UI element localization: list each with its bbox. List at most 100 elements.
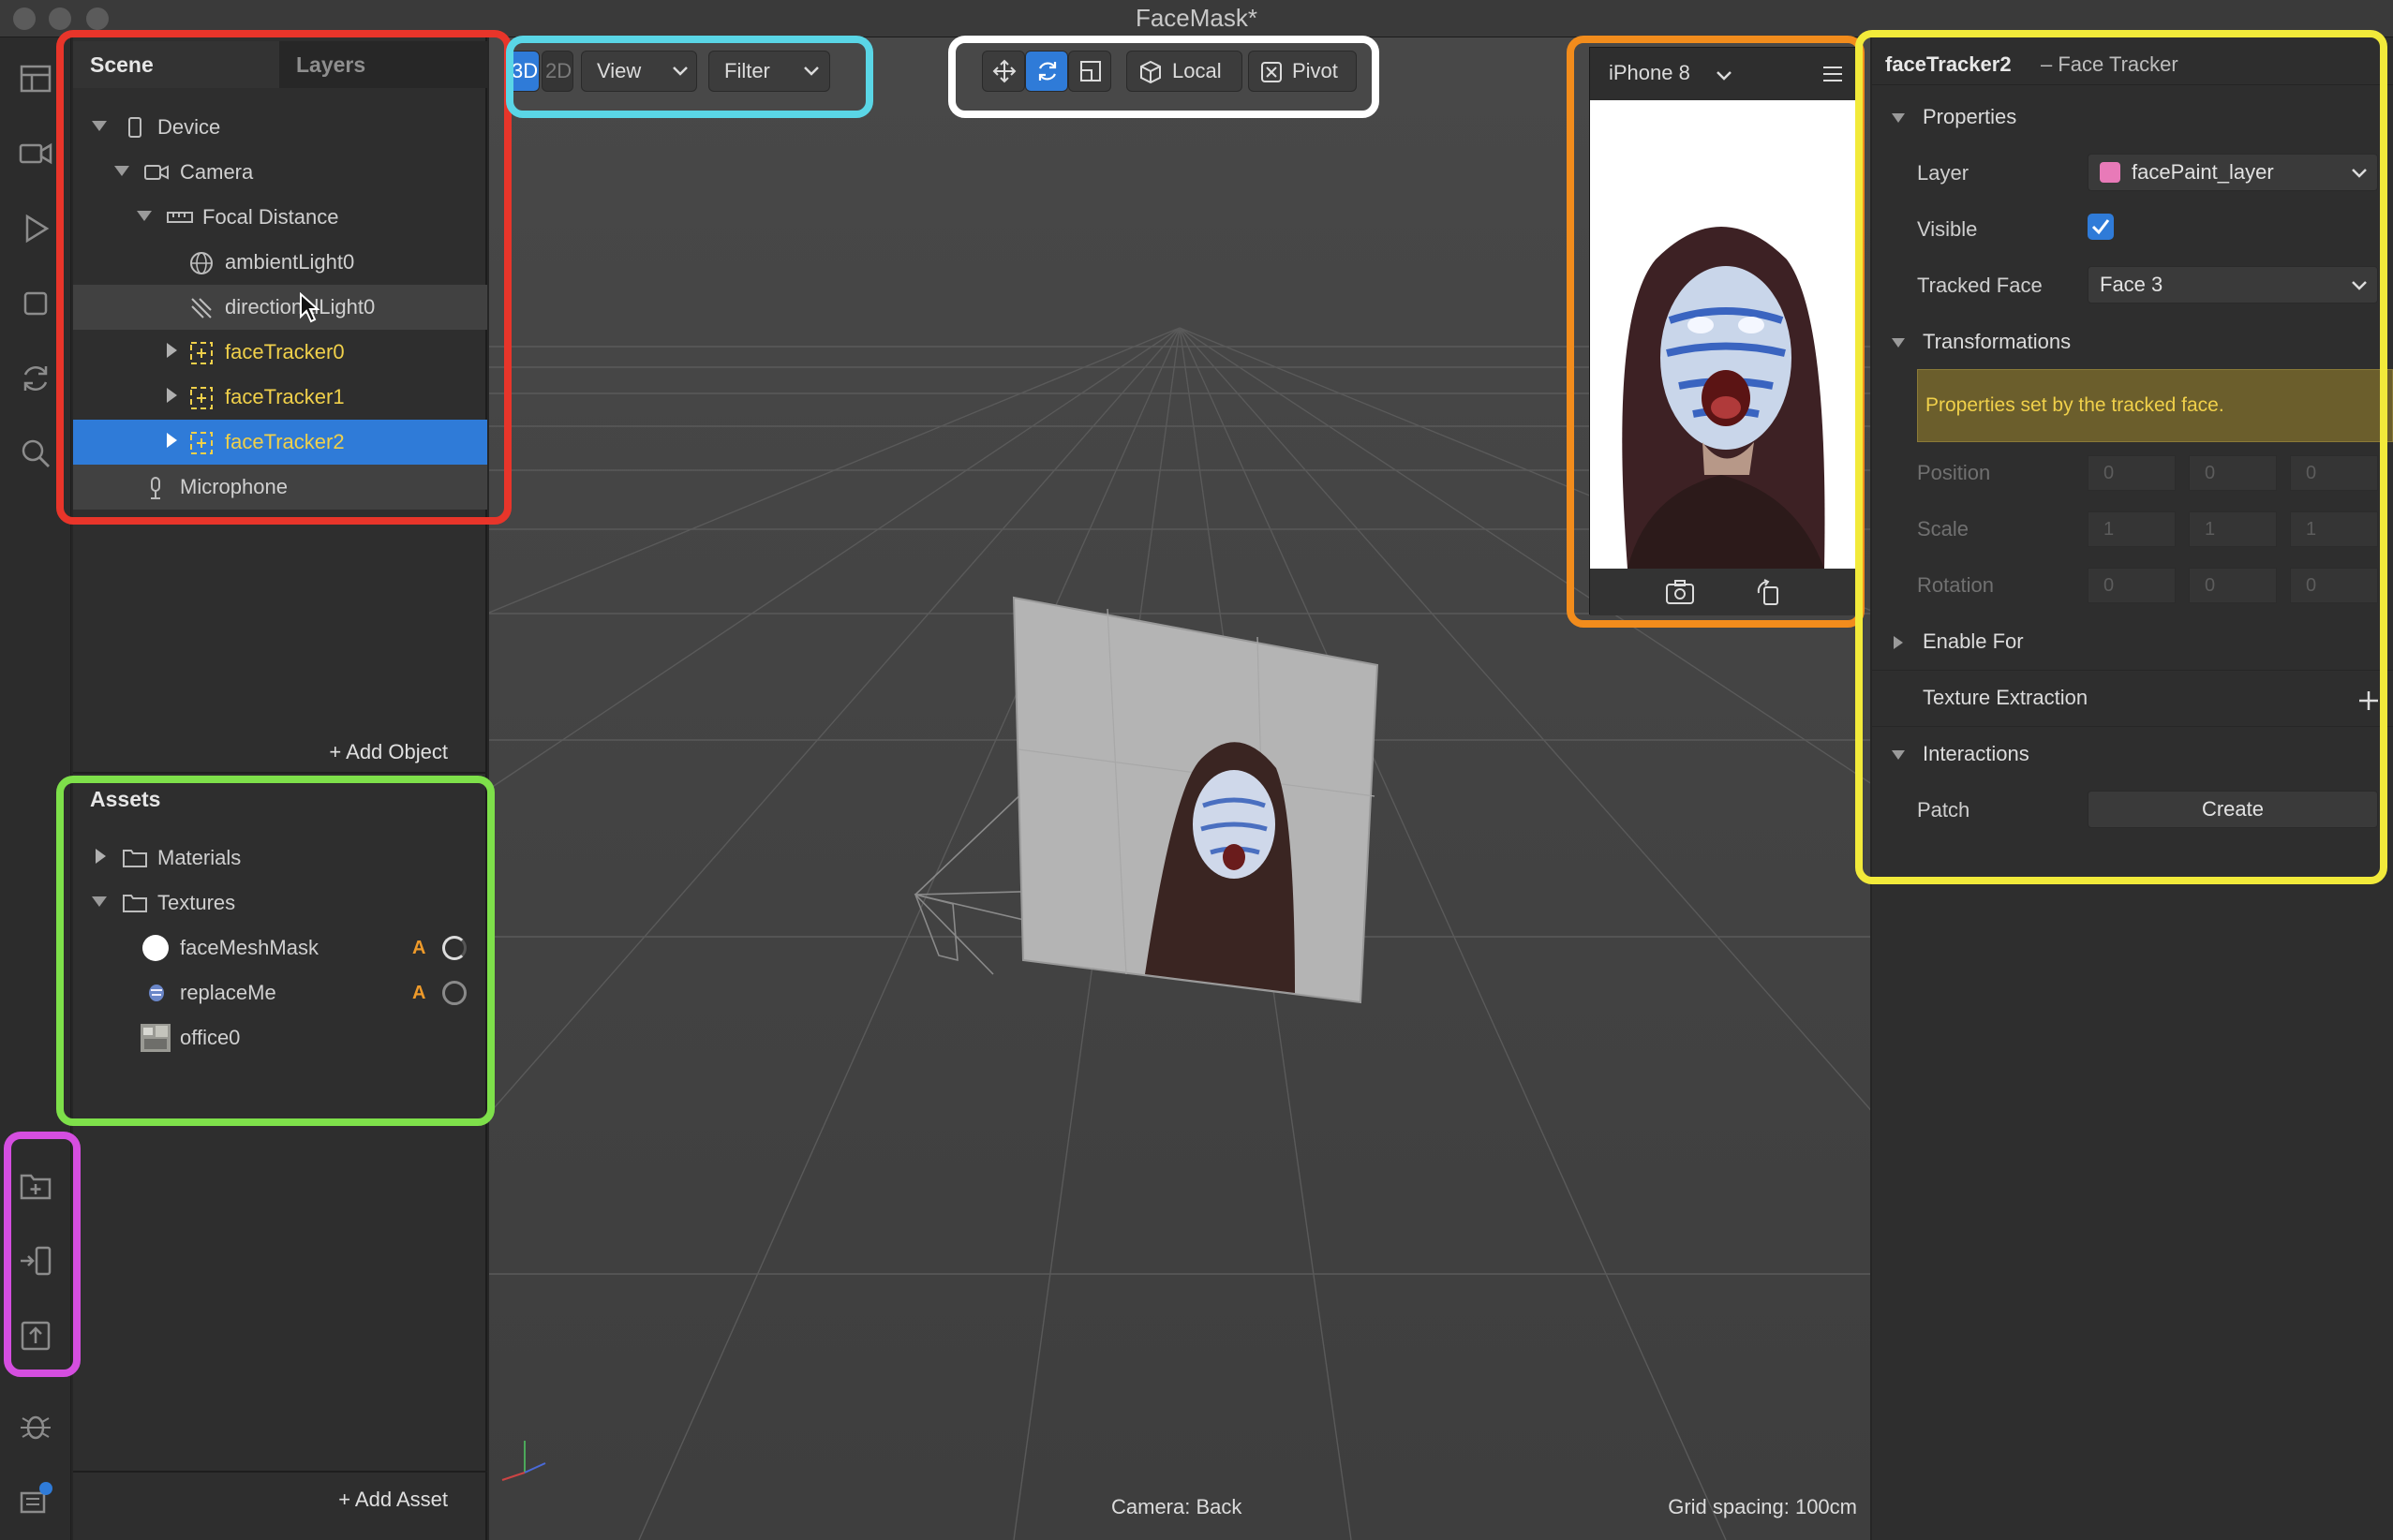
add-asset-button[interactable]: + Add Asset <box>338 1488 448 1512</box>
tree-item-label: faceTracker2 <box>225 430 345 453</box>
asset-label: replaceMe <box>180 981 276 1004</box>
tree-item-microphone[interactable]: Microphone <box>73 465 487 510</box>
tracked-face-dropdown[interactable]: Face 3 <box>2088 266 2378 304</box>
texture-thumbnail-icon <box>142 935 169 961</box>
section-transformations[interactable]: Transformations <box>1885 330 2372 358</box>
mode-3d-button[interactable]: 3D <box>508 51 540 92</box>
scale-z-field: 1 <box>2290 511 2378 547</box>
camera-label: Camera: Back <box>1111 1495 1242 1518</box>
section-title: Transformations <box>1923 330 2072 353</box>
local-label: Local <box>1172 59 1222 82</box>
section-texture-extraction[interactable]: Texture Extraction <box>1885 686 2372 714</box>
visible-checkbox[interactable] <box>2088 214 2114 240</box>
view-dropdown[interactable]: View <box>581 51 697 92</box>
play-icon[interactable] <box>17 210 54 247</box>
news-icon[interactable] <box>17 1482 54 1519</box>
layout-icon[interactable] <box>17 60 54 97</box>
face-tracker-icon <box>189 431 213 454</box>
visible-label: Visible <box>1917 217 1978 241</box>
tree-item-focal-distance[interactable]: Focal Distance <box>73 195 487 240</box>
section-interactions[interactable]: Interactions <box>1885 742 2372 770</box>
asset-label: Materials <box>157 846 242 869</box>
chevron-down-icon <box>673 67 688 76</box>
layer-dropdown[interactable]: facePaint_layer <box>2088 154 2378 191</box>
assets-title: Assets <box>90 787 161 811</box>
expand-arrow-icon[interactable] <box>137 211 152 221</box>
expand-arrow-icon <box>1892 750 1905 760</box>
section-enable-for[interactable]: Enable For <box>1885 629 2372 658</box>
expand-arrow-icon[interactable] <box>92 896 107 907</box>
mode-2d-button[interactable]: 2D <box>542 51 573 92</box>
expand-arrow-icon[interactable] <box>167 388 177 403</box>
panel-divider <box>73 772 487 774</box>
position-z-field: 0 <box>2290 455 2378 491</box>
divider <box>1872 726 2393 727</box>
grid-spacing-label: Grid spacing: 100cm <box>1668 1495 1857 1518</box>
move-arrows-icon <box>992 59 1017 83</box>
pivot-label: Pivot <box>1292 59 1338 82</box>
inspector-panel: faceTracker2 – Face Tracker Properties L… <box>1872 37 2393 1540</box>
asset-label: faceMeshMask <box>180 936 319 959</box>
bug-icon[interactable] <box>17 1407 54 1444</box>
tree-item-facetracker1[interactable]: faceTracker1 <box>73 375 487 420</box>
asset-badge: A <box>412 938 426 958</box>
device-name[interactable]: iPhone 8 <box>1609 61 1690 85</box>
chevron-down-icon[interactable] <box>1716 70 1732 81</box>
video-camera-icon[interactable] <box>17 135 54 172</box>
add-folder-icon[interactable] <box>17 1167 54 1205</box>
tab-layers[interactable]: Layers <box>279 41 487 88</box>
rotate-device-icon[interactable] <box>1755 578 1781 606</box>
stop-icon[interactable] <box>17 285 54 322</box>
tracked-face-value: Face 3 <box>2100 273 2163 296</box>
scale-tool-button[interactable] <box>1068 51 1111 92</box>
tracked-face-label: Tracked Face <box>1917 274 2043 297</box>
send-to-device-icon[interactable] <box>17 1242 54 1280</box>
tree-item-label: faceTracker0 <box>225 340 345 363</box>
window-title: FaceMask* <box>1135 4 1258 32</box>
expand-arrow-icon[interactable] <box>92 121 107 131</box>
tree-item-facetracker2[interactable]: faceTracker2 <box>73 420 487 465</box>
local-space-button[interactable]: Local <box>1126 51 1242 92</box>
search-icon[interactable] <box>17 435 54 472</box>
inspector-object-type: – Face Tracker <box>2041 52 2178 76</box>
section-properties[interactable]: Properties <box>1885 105 2372 133</box>
switch-camera-icon[interactable] <box>1665 578 1695 606</box>
add-object-button[interactable]: + Add Object <box>329 740 448 764</box>
divider <box>1872 670 2393 671</box>
create-patch-button[interactable]: Create <box>2088 791 2378 828</box>
move-tool-button[interactable] <box>982 51 1025 92</box>
tree-item-ambient-light[interactable]: ambientLight0 <box>73 240 487 285</box>
expand-arrow-icon[interactable] <box>167 343 177 358</box>
tree-item-camera[interactable]: Camera <box>73 150 487 195</box>
add-texture-extraction-icon[interactable] <box>2357 689 2380 712</box>
filter-dropdown[interactable]: Filter <box>708 51 830 92</box>
tab-scene[interactable]: Scene <box>73 41 279 88</box>
refresh-icon[interactable] <box>17 360 54 397</box>
upload-icon[interactable] <box>17 1317 54 1355</box>
rotate-tool-button[interactable] <box>1025 51 1068 92</box>
left-toolbar <box>0 37 71 1540</box>
menu-icon[interactable] <box>1822 65 1843 83</box>
scene-panel: Scene Layers Device Camera Focal Distanc… <box>73 37 487 1540</box>
rotate-icon <box>1038 62 1057 81</box>
image-thumbnail-icon <box>141 1024 171 1052</box>
layer-value: facePaint_layer <box>2132 160 2274 184</box>
section-title: Texture Extraction <box>1923 686 2088 709</box>
asset-folder-materials[interactable]: Materials <box>73 836 487 881</box>
expand-arrow-icon[interactable] <box>167 433 177 448</box>
expand-arrow-icon[interactable] <box>114 166 129 176</box>
chevron-down-icon <box>2352 281 2367 290</box>
asset-folder-textures[interactable]: Textures <box>73 881 487 925</box>
tree-item-device[interactable]: Device <box>73 105 487 150</box>
pivot-button[interactable]: Pivot <box>1248 51 1357 92</box>
expand-arrow-icon[interactable] <box>96 849 106 864</box>
tree-item-directional-light[interactable]: directionalLight0 <box>73 285 487 330</box>
asset-replaceme[interactable]: replaceMe A <box>73 970 487 1015</box>
asset-facemeshmask[interactable]: faceMeshMask A <box>73 925 487 970</box>
divider <box>1872 84 2393 85</box>
device-preview: iPhone 8 <box>1589 47 1856 615</box>
asset-office0[interactable]: office0 <box>73 1015 487 1060</box>
filter-label: Filter <box>724 59 770 82</box>
folder-icon <box>122 892 148 914</box>
tree-item-facetracker0[interactable]: faceTracker0 <box>73 330 487 375</box>
